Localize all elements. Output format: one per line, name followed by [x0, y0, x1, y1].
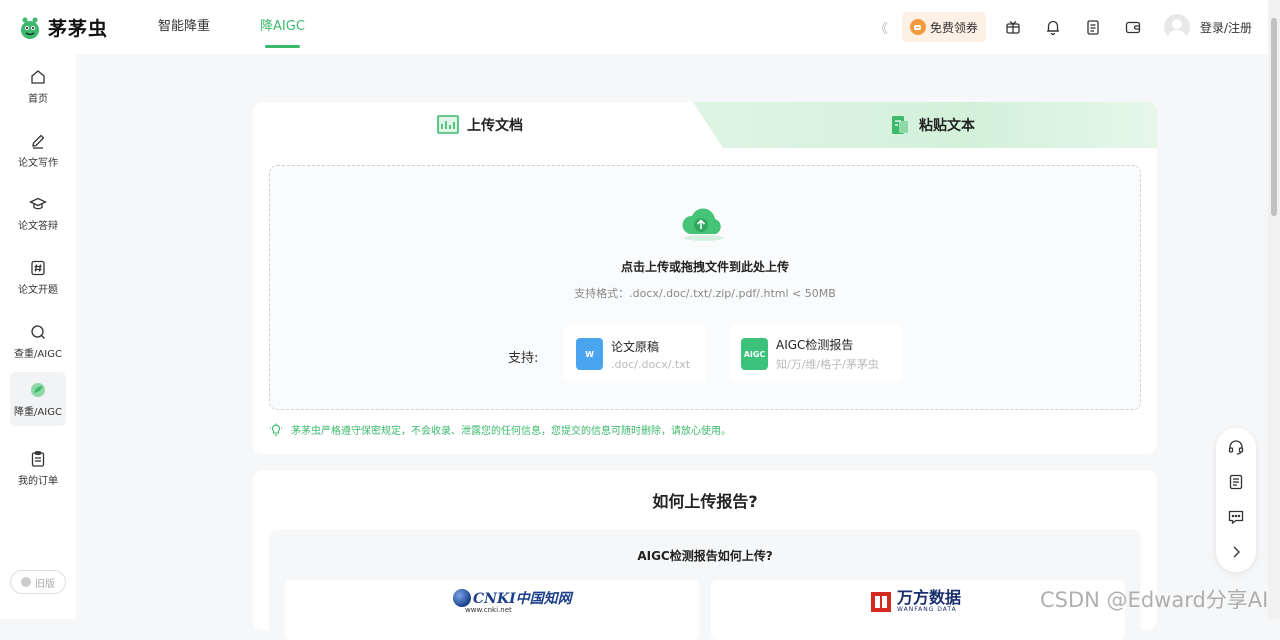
- format-desc: 知/万/维/格子/茅茅虫: [776, 358, 879, 371]
- old-version-button[interactable]: 旧版: [10, 570, 66, 594]
- file-drop-zone[interactable]: 点击上传或拖拽文件到此处上传 支持格式：.docx/.doc/.txt/.zip…: [269, 165, 1141, 410]
- document-chart-icon: [437, 115, 459, 134]
- drop-title: 点击上传或拖拽文件到此处上传: [620, 260, 789, 274]
- wallet-icon[interactable]: [1124, 18, 1142, 36]
- cnki-globe-icon: [453, 589, 471, 607]
- caterpillar-logo-icon: [21, 17, 39, 39]
- coupon-label: 免费领券: [929, 20, 978, 35]
- top-bar: 茅茅虫 智能降重 降AIGC 《 免费领券 登录/注册: [0, 0, 1268, 54]
- format-desc: .doc/.docx/.txt: [611, 357, 691, 371]
- tab-upload-document[interactable]: 上传文档: [437, 102, 523, 148]
- notes-icon[interactable]: [1227, 473, 1245, 491]
- document-list-icon[interactable]: [1084, 18, 1102, 36]
- upload-tabs: 上传文档 粘贴文本: [253, 102, 1157, 148]
- supported-formats-text: 支持格式：.docx/.doc/.txt/.zip/.pdf/.html < 5…: [574, 287, 836, 300]
- sidebar-item-label: 降重/AIGC: [14, 406, 62, 418]
- cloud-upload-icon: [682, 208, 724, 241]
- paste-document-icon: [892, 116, 908, 134]
- feedback-chat-icon[interactable]: [1227, 508, 1245, 526]
- gift-icon[interactable]: [1004, 18, 1022, 36]
- sidebar-item-label: 论文答辩: [18, 220, 58, 232]
- sidebar-item-thesis-writing[interactable]: 论文写作: [10, 123, 66, 177]
- sidebar-item-label: 我的订单: [18, 475, 58, 487]
- floating-toolbar: [1216, 428, 1256, 572]
- graduation-cap-icon: [29, 197, 47, 209]
- format-card-original-paper: W 论文原稿 .doc/.docx/.txt: [564, 325, 706, 383]
- search-icon: [31, 324, 45, 339]
- privacy-note: 茅茅虫严格遵守保密规定，不会收录、泄露您的任何信息，您提交的信息可随时删除，请放…: [269, 422, 731, 437]
- chevron-right-icon[interactable]: [1227, 543, 1245, 561]
- format-name: 论文原稿: [611, 339, 660, 354]
- lightbulb-icon: [270, 423, 282, 436]
- old-version-label: 旧版: [35, 578, 55, 590]
- sidebar-item-label: 首页: [28, 93, 48, 105]
- login-register-link[interactable]: 登录/注册: [1200, 19, 1252, 36]
- pen-icon: [32, 134, 45, 149]
- upload-card: 上传文档 粘贴文本 点击上传或拖拽文件到此处上传 支持格式：.docx/.doc…: [253, 102, 1157, 454]
- headset-icon[interactable]: [1227, 438, 1245, 456]
- watermark-text: CSDN @Edward分享AI: [1040, 588, 1269, 612]
- wanfang-mark-icon: [871, 591, 891, 612]
- page-scrollbar[interactable]: [1268, 0, 1280, 619]
- sidebar-item-label: 查重/AIGC: [14, 348, 62, 360]
- brand-logo[interactable]: 茅茅虫: [18, 14, 108, 41]
- hashtag-icon: [31, 260, 45, 275]
- tab-label: 上传文档: [467, 118, 523, 134]
- coupon-icon: [909, 19, 926, 35]
- top-nav: 智能降重 降AIGC: [158, 0, 305, 54]
- format-name: AIGC检测报告: [776, 338, 854, 352]
- nav-tab-smart-rewrite[interactable]: 智能降重: [158, 0, 210, 54]
- source-card-cnki[interactable]: CNKI中国知网 www.cnki.net: [285, 580, 699, 640]
- nav-tab-reduce-aigc[interactable]: 降AIGC: [260, 0, 305, 54]
- tab-label: 粘贴文本: [919, 118, 975, 134]
- report-sources-title: AIGC检测报告如何上传?: [637, 549, 773, 563]
- sidebar: 首页 论文写作 论文答辩 论文开题 查重/AIGC 降重/AIGC 我的订单 旧…: [0, 54, 76, 619]
- word-file-icon: W: [576, 338, 603, 370]
- sidebar-item-home[interactable]: 首页: [10, 59, 66, 113]
- bell-icon[interactable]: [1044, 18, 1062, 36]
- wanfang-logo: 万方数据 WANFANG DATA: [871, 590, 961, 613]
- home-icon: [31, 69, 45, 84]
- aigc-report-file-icon: AIGC: [741, 338, 768, 370]
- sidebar-item-label: 论文写作: [18, 157, 58, 169]
- clipboard-icon: [31, 450, 45, 467]
- cnki-url: www.cnki.net: [465, 606, 512, 614]
- support-label: 支持:: [508, 351, 539, 366]
- collapse-icon[interactable]: 《: [875, 18, 888, 37]
- sidebar-item-check-aigc[interactable]: 查重/AIGC: [10, 314, 66, 368]
- sidebar-item-thesis-defense[interactable]: 论文答辩: [10, 186, 66, 240]
- cnki-logo: CNKI中国知网: [453, 588, 572, 608]
- leaf-icon: [31, 382, 45, 397]
- switch-icon: [21, 577, 31, 587]
- how-to-upload-card: 如何上传报告? AIGC检测报告如何上传? CNKI中国知网 www.cnki.…: [253, 470, 1157, 640]
- scrollbar-thumb[interactable]: [1271, 18, 1277, 216]
- header-actions: 《 免费领券 登录/注册: [875, 12, 1252, 42]
- free-coupon-button[interactable]: 免费领券: [901, 12, 986, 42]
- how-to-title: 如何上传报告?: [652, 492, 758, 511]
- sidebar-item-thesis-proposal[interactable]: 论文开题: [10, 250, 66, 304]
- sidebar-item-label: 论文开题: [18, 284, 58, 296]
- avatar[interactable]: [1163, 14, 1190, 40]
- report-sources-panel: AIGC检测报告如何上传? CNKI中国知网 www.cnki.net 万方数据…: [269, 530, 1141, 640]
- format-card-aigc-report: AIGC AIGC检测报告 知/万/维/格子/茅茅虫: [729, 325, 903, 383]
- privacy-note-text: 茅茅虫严格遵守保密规定，不会收录、泄露您的任何信息，您提交的信息可随时删除，请放…: [291, 426, 731, 437]
- sidebar-item-my-orders[interactable]: 我的订单: [10, 441, 66, 495]
- sidebar-item-reduce-aigc[interactable]: 降重/AIGC: [10, 372, 66, 426]
- tab-paste-text[interactable]: 粘贴文本: [889, 102, 975, 148]
- brand-name: 茅茅虫: [48, 18, 109, 40]
